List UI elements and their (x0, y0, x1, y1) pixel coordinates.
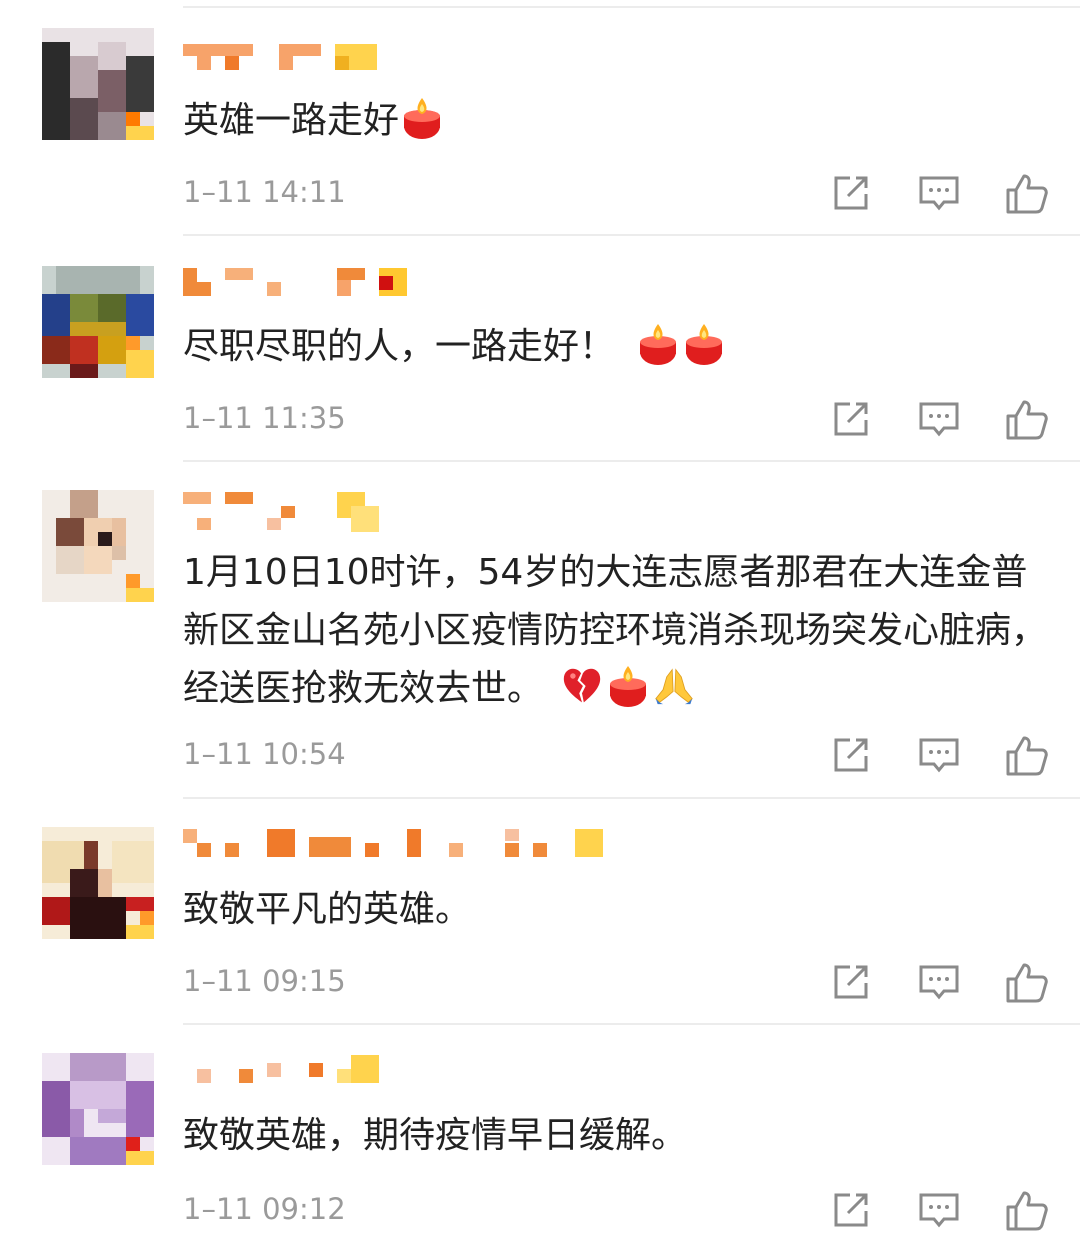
comment-icon[interactable] (916, 1187, 962, 1233)
username-masked[interactable] (183, 827, 623, 867)
comment-text-content: 致敬平凡的英雄。 (183, 889, 472, 930)
comment-text: 1月10日10时许，54岁的大连志愿者那君在大连金普新区金山名苑小区疫情防控环境… (183, 544, 1063, 718)
comment-icon[interactable] (916, 732, 962, 778)
avatar[interactable] (42, 1053, 154, 1165)
comment-time: 1–11 10:54 (183, 737, 346, 771)
share-icon[interactable] (828, 732, 874, 778)
avatar[interactable] (42, 266, 154, 378)
comment-item: 尽职尽职的人，一路走好！ 1–11 11:35 (0, 236, 1080, 462)
comment-item: 英雄一路走好 1–11 14:11 (0, 0, 1080, 236)
comment-text: 致敬平凡的英雄。 (183, 881, 1063, 939)
comment-text: 致敬英雄，期待疫情早日缓解。 (183, 1107, 1063, 1165)
comment-text-content: 致敬英雄，期待疫情早日缓解。 (183, 1115, 688, 1156)
comment-icon[interactable] (916, 396, 962, 442)
candle-emoji-icon (640, 324, 677, 365)
share-icon[interactable] (828, 170, 874, 216)
comment-item: 1月10日10时许，54岁的大连志愿者那君在大连金普新区金山名苑小区疫情防控环境… (0, 462, 1080, 798)
candle-emoji-icon (404, 98, 441, 139)
comment-text-content: 尽职尽职的人，一路走好！ (183, 326, 616, 367)
like-icon[interactable] (1004, 732, 1050, 778)
comment-item: 致敬英雄，期待疫情早日缓解。 1–11 09:12 (0, 1025, 1080, 1260)
avatar[interactable] (42, 827, 154, 939)
comment-text: 英雄一路走好 (183, 92, 1063, 150)
share-icon[interactable] (828, 396, 874, 442)
username-masked[interactable] (183, 1053, 383, 1093)
comment-time: 1–11 14:11 (183, 175, 346, 209)
broken-heart-emoji-icon (563, 668, 601, 703)
like-icon[interactable] (1004, 170, 1050, 216)
like-icon[interactable] (1004, 396, 1050, 442)
share-icon[interactable] (828, 1187, 874, 1233)
username-masked[interactable] (183, 490, 383, 532)
comment-text: 尽职尽职的人，一路走好！ (183, 318, 1063, 376)
like-icon[interactable] (1004, 1187, 1050, 1233)
comment-item: 致敬平凡的英雄。 1–11 09:15 (0, 799, 1080, 1025)
comment-time: 1–11 09:15 (183, 964, 346, 998)
folded-hands-emoji-icon (655, 668, 693, 705)
avatar[interactable] (42, 28, 154, 140)
comment-icon[interactable] (916, 170, 962, 216)
candle-emoji-icon (610, 666, 647, 707)
candle-emoji-icon (686, 324, 723, 365)
comment-time: 1–11 09:12 (183, 1192, 346, 1226)
comment-icon[interactable] (916, 959, 962, 1005)
comment-text-content: 英雄一路走好 (183, 100, 400, 141)
comment-time: 1–11 11:35 (183, 401, 346, 435)
username-masked[interactable] (183, 40, 383, 80)
avatar[interactable] (42, 490, 154, 602)
share-icon[interactable] (828, 959, 874, 1005)
like-icon[interactable] (1004, 959, 1050, 1005)
username-masked[interactable] (183, 266, 413, 306)
